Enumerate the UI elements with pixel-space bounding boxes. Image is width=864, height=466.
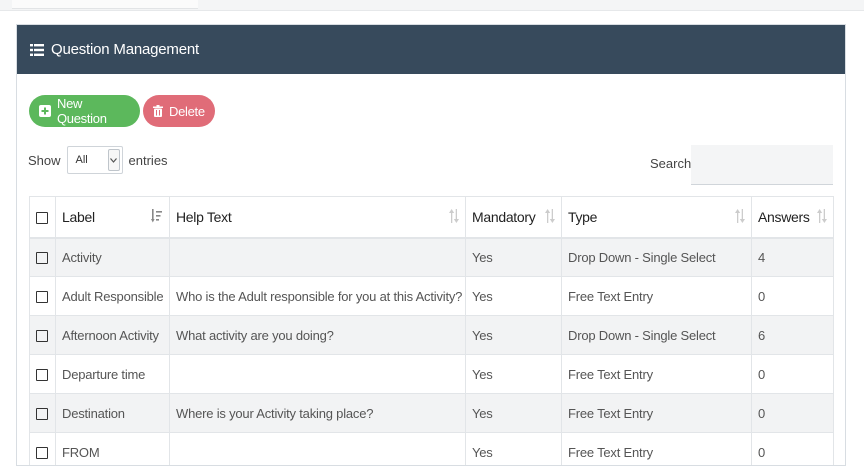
delete-label: Delete: [169, 104, 205, 119]
search-input[interactable]: [691, 145, 833, 185]
sort-icon: [817, 209, 827, 226]
row-checkbox-cell: [30, 316, 56, 355]
cell-answers: 0: [752, 355, 834, 394]
row-checkbox[interactable]: [36, 330, 48, 342]
cell-label: FROM: [56, 433, 170, 466]
select-all-cell: [30, 197, 56, 238]
cell-answers: 4: [752, 238, 834, 277]
column-header-type[interactable]: Type: [562, 197, 752, 238]
cell-help-text: Who is the Adult responsible for you at …: [170, 277, 466, 316]
cell-help-text: Where is your Activity taking place?: [170, 394, 466, 433]
cell-mandatory: Yes: [466, 394, 562, 433]
cell-mandatory: Yes: [466, 355, 562, 394]
row-checkbox[interactable]: [36, 369, 48, 381]
row-checkbox[interactable]: [36, 447, 48, 459]
cell-help-text: [170, 355, 466, 394]
question-management-panel: Question Management New Question Delete …: [16, 24, 846, 466]
show-label: Show: [28, 153, 61, 168]
cell-answers: 0: [752, 394, 834, 433]
questions-table: Label Help Text: [29, 196, 834, 466]
panel-header: Question Management: [17, 25, 845, 74]
row-checkbox-cell: [30, 355, 56, 394]
sort-icon: [449, 209, 459, 226]
column-header-answers[interactable]: Answers: [752, 197, 834, 238]
row-checkbox-cell: [30, 433, 56, 466]
cell-mandatory: Yes: [466, 238, 562, 277]
cell-help-text: What activity are you doing?: [170, 316, 466, 355]
cell-type: Drop Down - Single Select: [562, 316, 752, 355]
top-tab[interactable]: [12, 0, 198, 9]
entries-label: entries: [129, 153, 168, 168]
entries-select[interactable]: All: [67, 146, 123, 174]
search-label: Search:: [650, 156, 695, 171]
table-header-row: Label Help Text: [30, 197, 834, 238]
row-checkbox-cell: [30, 277, 56, 316]
cell-type: Drop Down - Single Select: [562, 238, 752, 277]
table-row[interactable]: Destination Where is your Activity takin…: [30, 394, 834, 433]
sort-icon: [735, 209, 745, 226]
cell-answers: 0: [752, 433, 834, 466]
table-body: Activity Yes Drop Down - Single Select 4…: [30, 238, 834, 466]
table-row[interactable]: Afternoon Activity What activity are you…: [30, 316, 834, 355]
trash-icon: [153, 105, 163, 117]
cell-mandatory: Yes: [466, 316, 562, 355]
row-checkbox-cell: [30, 394, 56, 433]
table-row[interactable]: Adult Responsible Who is the Adult respo…: [30, 277, 834, 316]
cell-type: Free Text Entry: [562, 433, 752, 466]
cell-mandatory: Yes: [466, 277, 562, 316]
row-checkbox[interactable]: [36, 408, 48, 420]
table-row[interactable]: Departure time Yes Free Text Entry 0: [30, 355, 834, 394]
column-header-mandatory[interactable]: Mandatory: [466, 197, 562, 238]
cell-type: Free Text Entry: [562, 277, 752, 316]
sort-icon: [545, 209, 555, 226]
new-question-label: New Question: [57, 96, 130, 126]
cell-answers: 0: [752, 277, 834, 316]
cell-label: Activity: [56, 238, 170, 277]
column-header-help-text[interactable]: Help Text: [170, 197, 466, 238]
top-tab-strip: [0, 0, 864, 11]
cell-help-text: [170, 238, 466, 277]
new-question-button[interactable]: New Question: [29, 95, 140, 127]
row-checkbox[interactable]: [36, 291, 48, 303]
delete-button[interactable]: Delete: [143, 95, 215, 127]
entries-select-value: All: [76, 154, 88, 166]
table-row[interactable]: FROM Yes Free Text Entry 0: [30, 433, 834, 466]
sort-asc-icon: [151, 209, 163, 226]
list-icon: [30, 44, 44, 56]
row-checkbox-cell: [30, 238, 56, 277]
cell-label: Departure time: [56, 355, 170, 394]
panel-title: Question Management: [51, 41, 199, 58]
cell-type: Free Text Entry: [562, 394, 752, 433]
cell-help-text: [170, 433, 466, 466]
row-checkbox[interactable]: [36, 252, 48, 264]
cell-label: Adult Responsible: [56, 277, 170, 316]
select-all-checkbox[interactable]: [36, 212, 48, 224]
cell-label: Afternoon Activity: [56, 316, 170, 355]
plus-square-icon: [39, 105, 51, 117]
chevron-down-icon: [108, 149, 120, 171]
cell-answers: 6: [752, 316, 834, 355]
length-control: Show All entries: [28, 146, 168, 174]
cell-label: Destination: [56, 394, 170, 433]
cell-mandatory: Yes: [466, 433, 562, 466]
column-header-label[interactable]: Label: [56, 197, 170, 238]
table-row[interactable]: Activity Yes Drop Down - Single Select 4: [30, 238, 834, 277]
cell-type: Free Text Entry: [562, 355, 752, 394]
